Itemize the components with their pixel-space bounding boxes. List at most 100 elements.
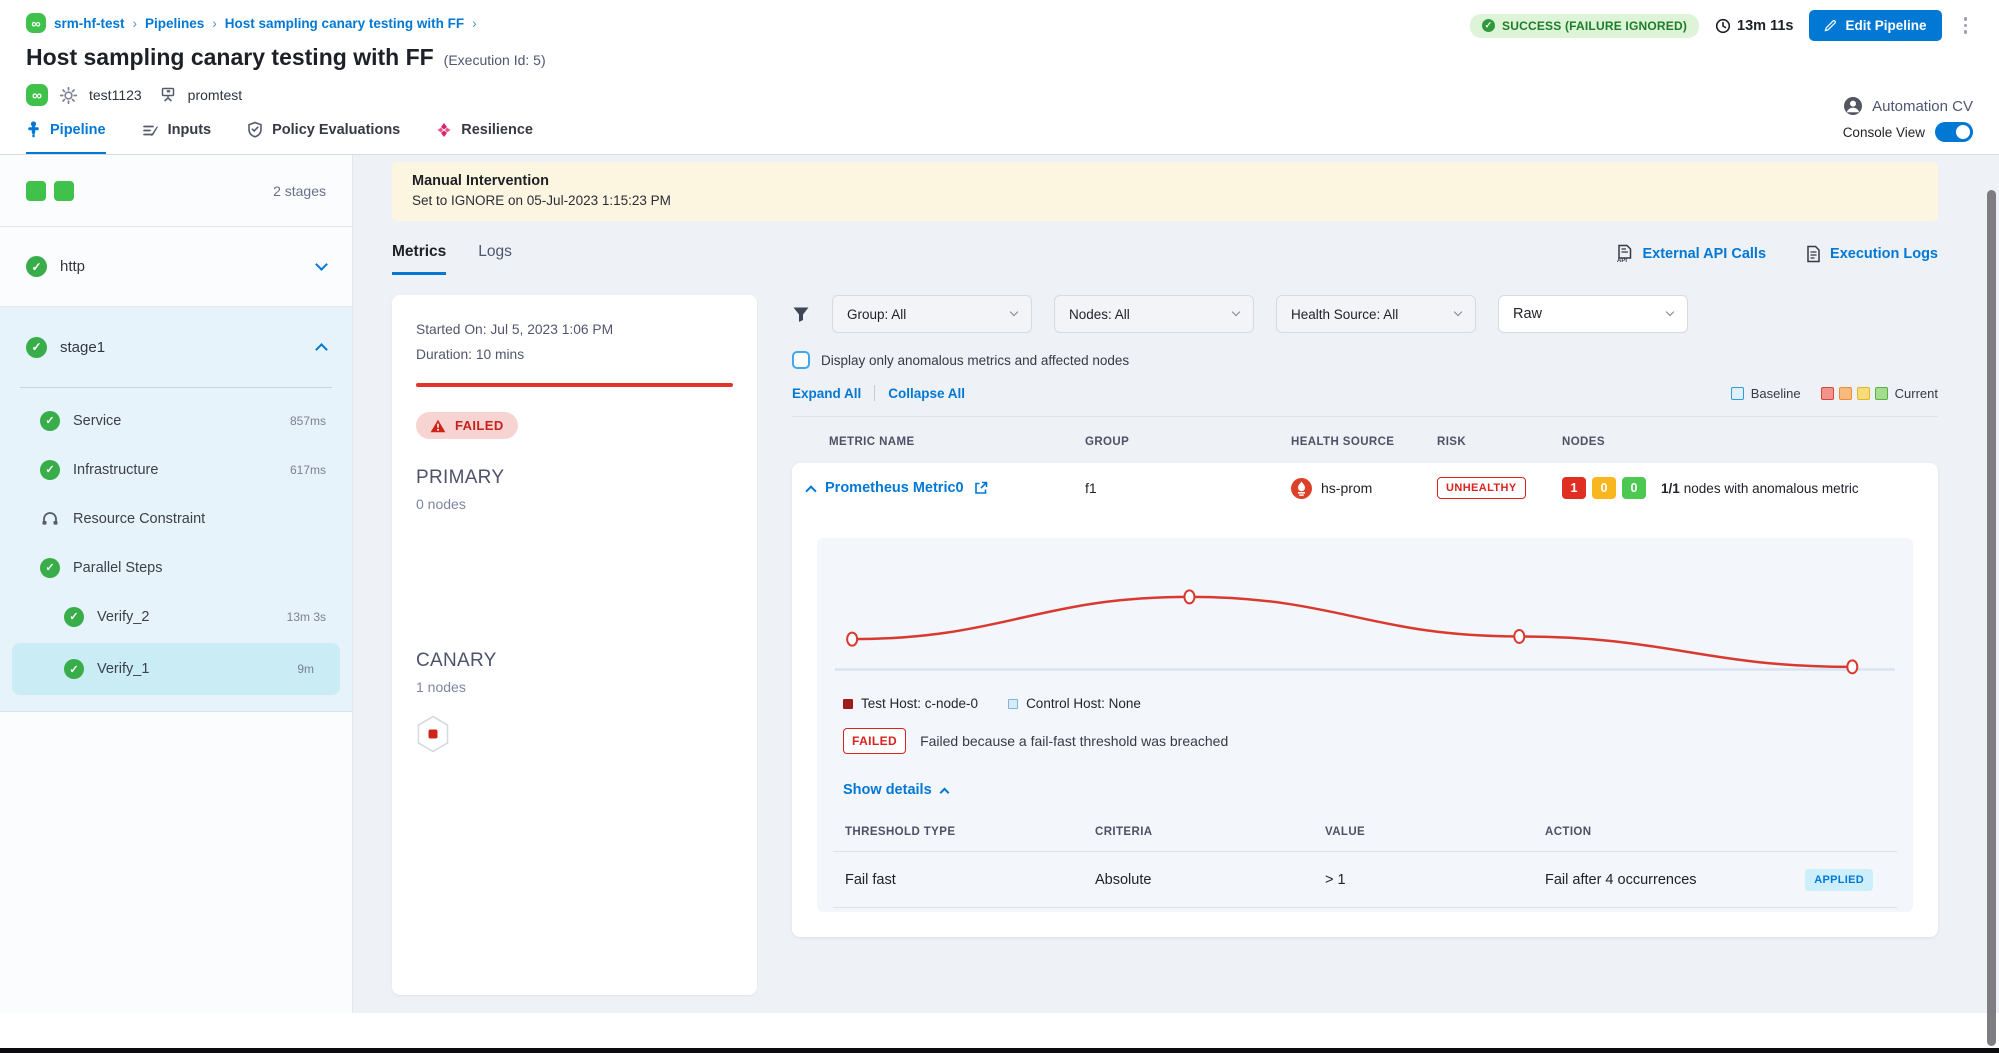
health-source-filter-dropdown[interactable]: Health Source: All bbox=[1276, 295, 1476, 333]
baseline-swatch bbox=[1731, 387, 1744, 400]
pencil-icon bbox=[1824, 19, 1837, 32]
divider bbox=[833, 907, 1897, 908]
page-header: ∞ srm-hf-test › Pipelines › Host samplin… bbox=[0, 0, 1999, 107]
prometheus-icon bbox=[1291, 478, 1312, 499]
health-source-cell: hs-prom bbox=[1291, 478, 1437, 499]
nodes-filter-dropdown[interactable]: Nodes: All bbox=[1054, 295, 1254, 333]
primary-group-label: PRIMARY bbox=[416, 467, 733, 489]
group-filter-dropdown[interactable]: Group: All bbox=[832, 295, 1032, 333]
threshold-value: > 1 bbox=[1325, 872, 1545, 888]
execution-logs-link[interactable]: Execution Logs bbox=[1806, 244, 1938, 263]
tab-policy-evaluations[interactable]: Policy Evaluations bbox=[247, 121, 400, 154]
user-name: Automation CV bbox=[1872, 98, 1973, 115]
metrics-column: Group: All Nodes: All Health Source: All… bbox=[792, 295, 1938, 937]
run-info-card: Started On: Jul 5, 2023 1:06 PM Duration… bbox=[392, 295, 757, 995]
sidebar-step-infrastructure[interactable]: ✓ Infrastructure 617ms bbox=[0, 445, 352, 494]
unhealthy-node-count: 1 bbox=[1562, 477, 1586, 499]
execution-body: 2 stages ✓ http ✓ stage1 ✓ Service 857ms bbox=[0, 155, 1999, 1013]
stage-square-icon bbox=[26, 181, 46, 201]
anomalous-only-checkbox[interactable] bbox=[792, 351, 810, 369]
harness-project-icon: ∞ bbox=[26, 13, 46, 33]
collapse-row-chevron[interactable] bbox=[805, 485, 816, 496]
breadcrumb-separator: › bbox=[133, 16, 138, 31]
chevron-up-icon bbox=[939, 788, 949, 798]
title-row: Host sampling canary testing with FF (Ex… bbox=[26, 44, 1973, 71]
console-view-toggle[interactable] bbox=[1935, 122, 1973, 142]
metrics-table-header: METRIC NAME GROUP HEALTH SOURCE RISK NOD… bbox=[792, 417, 1938, 448]
threshold-type: Fail fast bbox=[845, 872, 1095, 888]
tab-inputs[interactable]: Inputs bbox=[142, 122, 212, 154]
sidebar-stage-stage1[interactable]: ✓ stage1 bbox=[0, 307, 352, 387]
main-tabbar: Pipeline Inputs Policy Evaluations bbox=[0, 121, 1999, 155]
edit-pipeline-button[interactable]: Edit Pipeline bbox=[1809, 10, 1941, 41]
more-options-menu[interactable] bbox=[1958, 15, 1974, 36]
sidebar-step-resource-constraint[interactable]: Resource Constraint bbox=[0, 494, 352, 543]
health-connector-icon bbox=[159, 86, 177, 104]
gear-icon bbox=[59, 86, 78, 105]
pipeline-icon bbox=[26, 121, 41, 138]
clock-icon bbox=[1715, 18, 1731, 34]
metrics-filters: Group: All Nodes: All Health Source: All… bbox=[792, 295, 1938, 333]
shield-check-icon bbox=[247, 121, 263, 138]
stages-count: 2 stages bbox=[273, 183, 326, 199]
external-link-icon[interactable] bbox=[974, 481, 988, 495]
sidebar-step-verify2[interactable]: ✓ Verify_2 13m 3s bbox=[0, 592, 352, 641]
service-name: test1123 bbox=[89, 87, 142, 103]
console-view-label: Console View bbox=[1843, 125, 1925, 140]
data-mode-dropdown[interactable]: Raw bbox=[1498, 295, 1688, 333]
user-menu[interactable]: Automation CV bbox=[1843, 96, 1973, 116]
tab-resilience[interactable]: Resilience bbox=[436, 122, 533, 154]
chevron-down-icon bbox=[1232, 308, 1240, 316]
collapse-all-link[interactable]: Collapse All bbox=[888, 386, 965, 401]
resilience-icon bbox=[436, 122, 452, 138]
show-details-link[interactable]: Show details bbox=[833, 782, 1897, 798]
sidebar-step-verify1[interactable]: ✓ Verify_1 9m bbox=[12, 643, 340, 695]
vertical-scrollbar[interactable] bbox=[1987, 190, 1996, 1046]
applied-badge: APPLIED bbox=[1805, 869, 1873, 891]
execution-meta-row: ∞ test1123 promtest bbox=[26, 83, 1973, 107]
sidebar-stage-http[interactable]: ✓ http bbox=[0, 227, 352, 307]
breadcrumb-separator: › bbox=[472, 16, 477, 31]
chevron-up-icon bbox=[315, 343, 328, 356]
breadcrumb-pipeline-name[interactable]: Host sampling canary testing with FF bbox=[225, 16, 464, 31]
progress-bar-failed bbox=[416, 383, 733, 387]
tab-pipeline[interactable]: Pipeline bbox=[26, 121, 106, 154]
node-counts-cell: 1 0 0 1/1nodes with anomalous metric bbox=[1562, 477, 1938, 499]
sidebar-step-service[interactable]: ✓ Service 857ms bbox=[0, 396, 352, 445]
threshold-criteria: Absolute bbox=[1095, 872, 1325, 888]
execution-id: (Execution Id: 5) bbox=[444, 52, 546, 68]
metric-accordion-card: Prometheus Metric0 f1 bbox=[792, 463, 1938, 937]
panel-body: Started On: Jul 5, 2023 1:06 PM Duration… bbox=[392, 295, 1938, 995]
tab-logs[interactable]: Logs bbox=[478, 243, 512, 275]
header-actions: ✓ SUCCESS (FAILURE IGNORED) 13m 11s Edit… bbox=[1470, 10, 1973, 41]
svg-text:API: API bbox=[1617, 258, 1627, 263]
metric-name-link[interactable]: Prometheus Metric0 bbox=[825, 480, 964, 496]
success-check-icon: ✓ bbox=[64, 607, 84, 627]
host-legend: Test Host: c-node-0 Control Host: None bbox=[833, 696, 1897, 711]
tab-metrics[interactable]: Metrics bbox=[392, 243, 446, 275]
execution-duration: 13m 11s bbox=[1715, 18, 1793, 34]
failed-node-square bbox=[429, 730, 438, 739]
canary-node-hexagon[interactable] bbox=[416, 715, 450, 753]
window-bottom-edge bbox=[0, 1048, 1999, 1053]
failure-message: Failed because a fail-fast threshold was… bbox=[920, 733, 1228, 749]
divider bbox=[20, 387, 332, 388]
success-check-icon: ✓ bbox=[40, 411, 60, 431]
inputs-icon bbox=[142, 123, 159, 138]
divider bbox=[874, 385, 875, 401]
external-api-calls-link[interactable]: API External API Calls bbox=[1616, 244, 1766, 263]
avatar-icon bbox=[1843, 96, 1863, 116]
panel-tabs: Metrics Logs API External API Calls bbox=[392, 243, 1938, 275]
chevron-down-icon bbox=[1666, 308, 1674, 316]
expand-all-link[interactable]: Expand All bbox=[792, 386, 861, 401]
test-host-swatch bbox=[843, 699, 853, 709]
canary-group-label: CANARY bbox=[416, 650, 733, 672]
console-view-control: Console View bbox=[1843, 122, 1973, 154]
expand-collapse-row: Expand All Collapse All Baseline bbox=[792, 385, 1938, 401]
breadcrumb-project[interactable]: srm-hf-test bbox=[54, 16, 125, 31]
primary-node-count: 0 nodes bbox=[416, 496, 733, 512]
success-check-icon: ✓ bbox=[40, 460, 60, 480]
banner-subtitle: Set to IGNORE on 05-Jul-2023 1:15:23 PM bbox=[412, 193, 1918, 208]
sidebar-step-parallel-steps[interactable]: ✓ Parallel Steps bbox=[0, 543, 352, 592]
breadcrumb-pipelines[interactable]: Pipelines bbox=[145, 16, 204, 31]
